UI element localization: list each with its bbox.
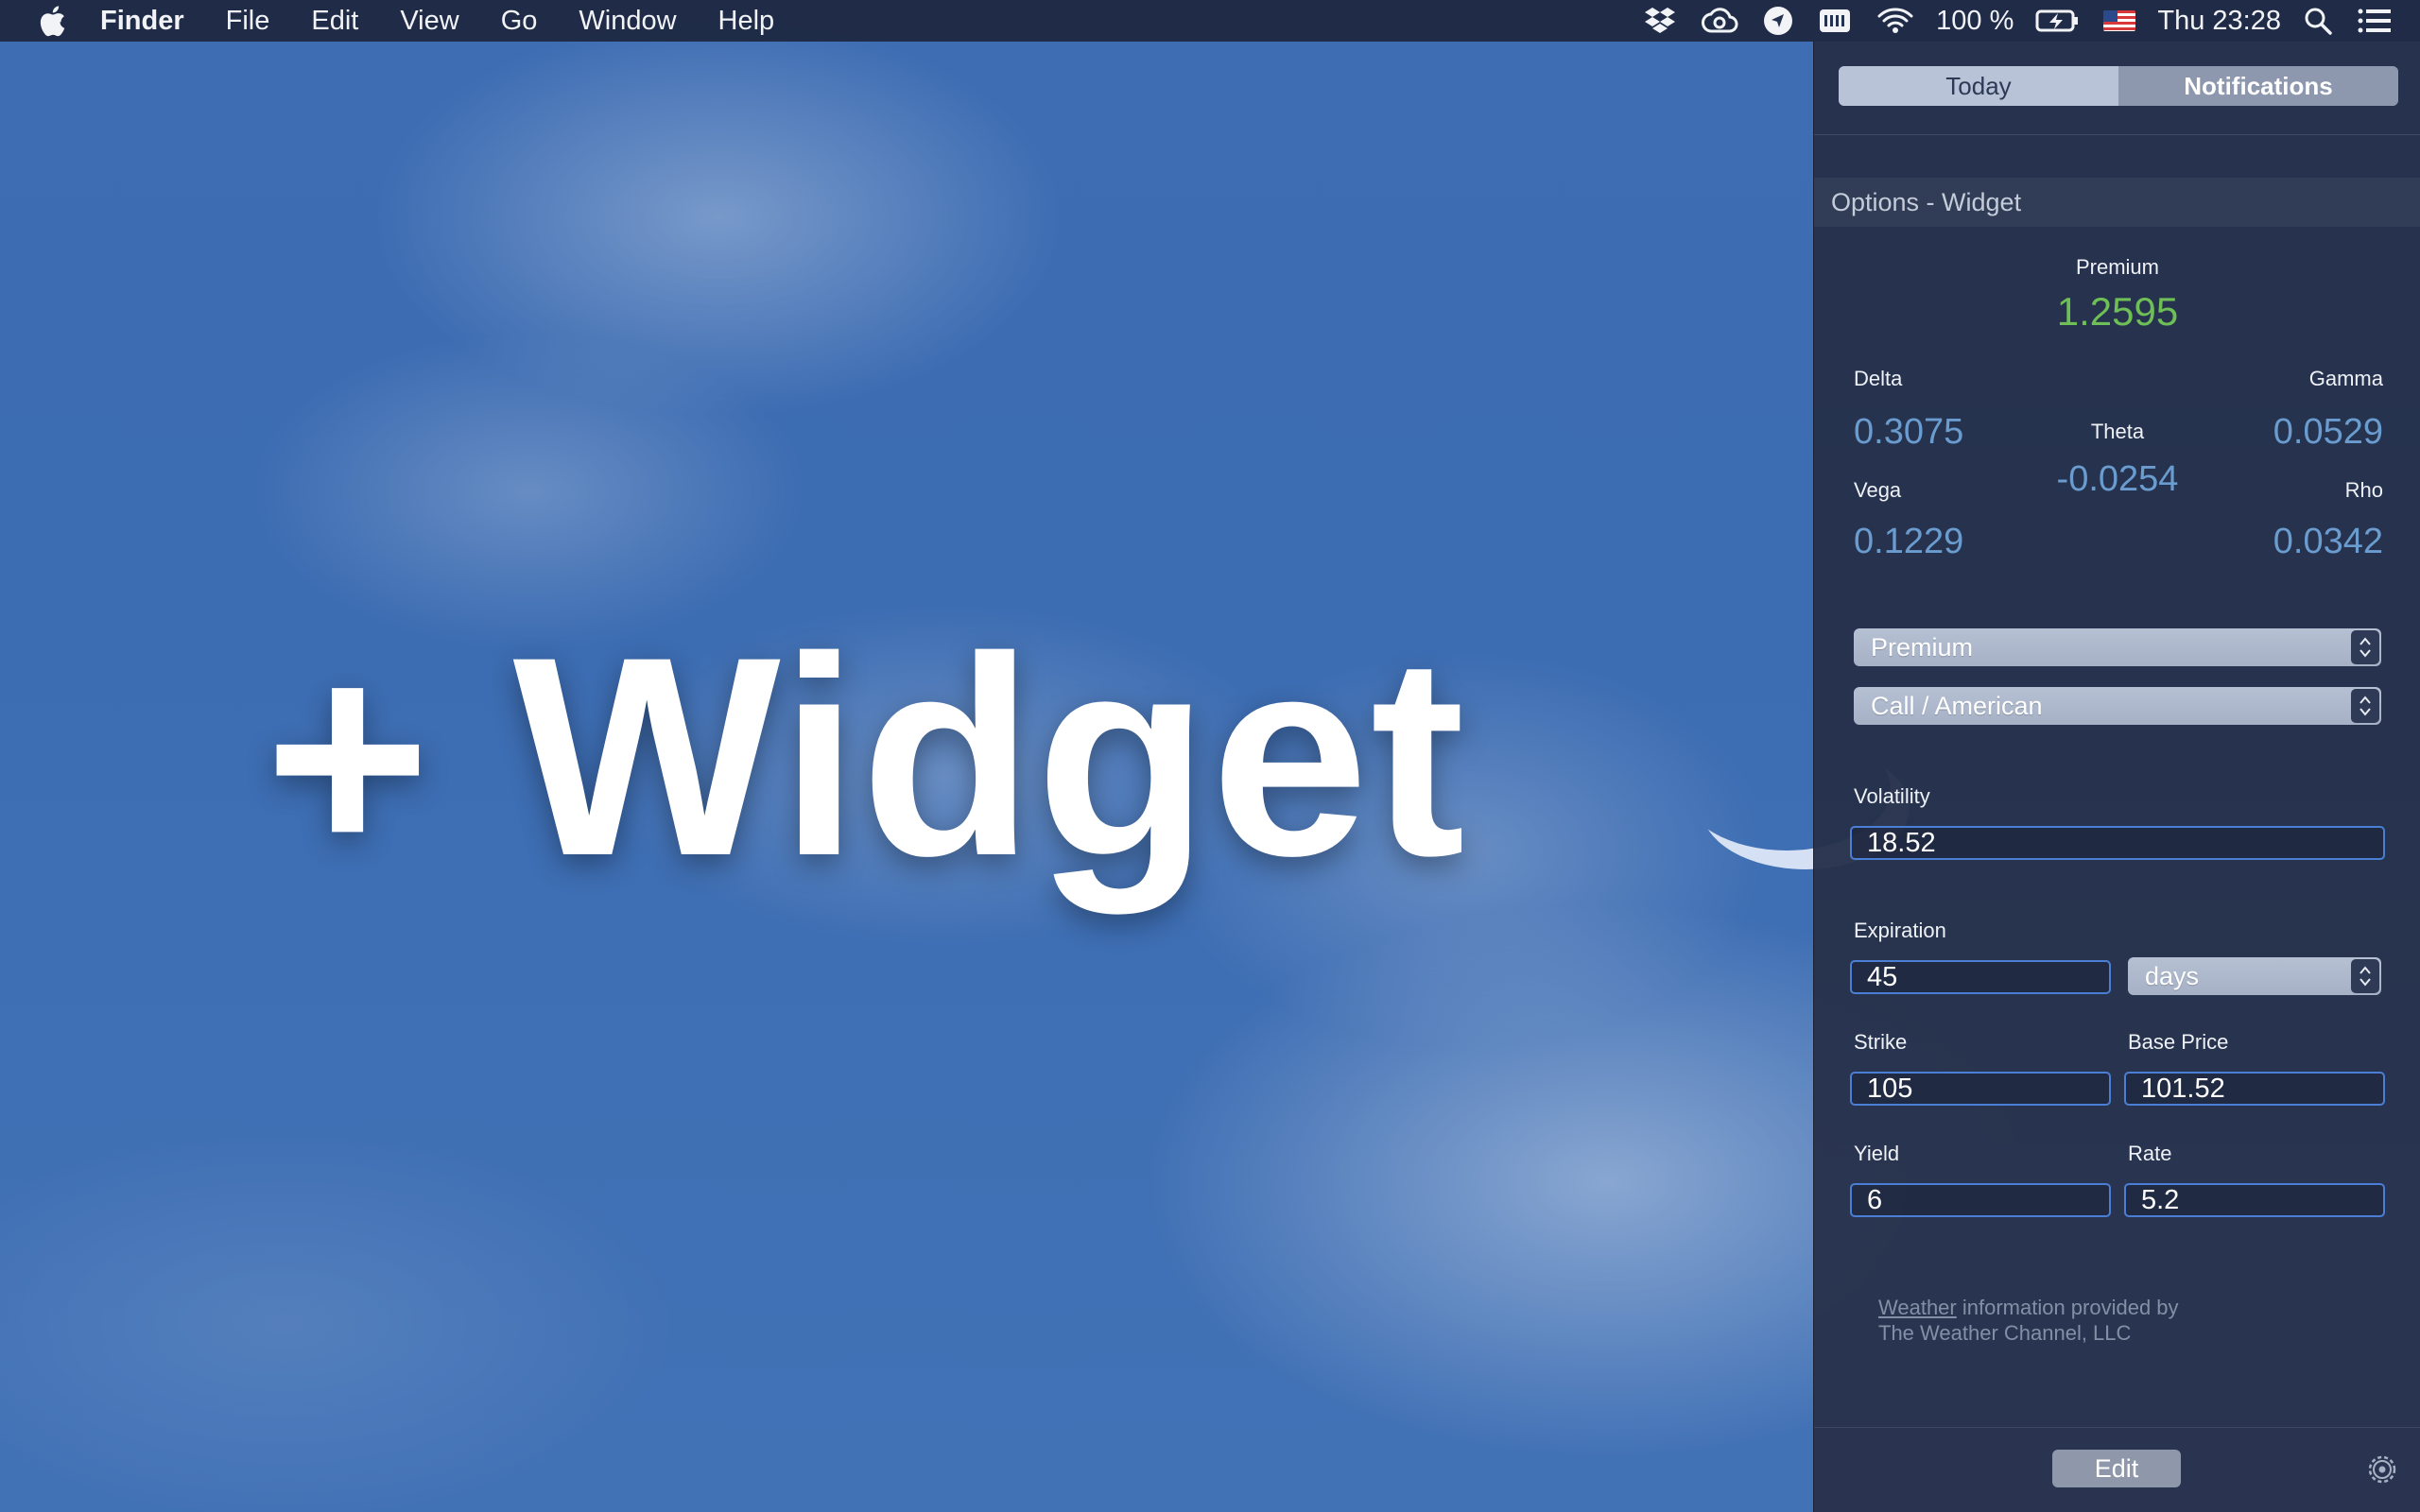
base-price-label: Base Price	[2128, 1030, 2229, 1054]
strike-input[interactable]: 105	[1850, 1072, 2111, 1106]
vega-label: Vega	[1854, 478, 1902, 502]
expiration-label: Expiration	[1854, 919, 1946, 942]
keyboard-icon[interactable]	[1818, 7, 1852, 35]
rate-label: Rate	[2128, 1142, 2172, 1165]
gear-icon[interactable]	[2364, 1452, 2400, 1487]
theta-value: -0.0254	[2056, 459, 2179, 499]
tab-notifications[interactable]: Notifications	[2118, 66, 2398, 106]
edit-button[interactable]: Edit	[2052, 1450, 2181, 1487]
base-price-input[interactable]: 101.52	[2124, 1072, 2385, 1106]
expiration-unit-value: days	[2145, 961, 2200, 990]
creative-cloud-icon[interactable]	[1701, 7, 1738, 35]
battery-percent[interactable]: 100 %	[1936, 6, 2014, 37]
tab-today[interactable]: Today	[1839, 66, 2118, 106]
gamma-value: 0.0529	[2273, 412, 2383, 452]
notification-center-panel: Today Notifications Options - Widget Pre…	[1813, 42, 2420, 1512]
base-price-input-value: 101.52	[2141, 1073, 2225, 1104]
widget-header[interactable]: Options - Widget	[1814, 178, 2420, 227]
rate-input[interactable]: 5.2	[2124, 1183, 2385, 1217]
menu-window[interactable]: Window	[558, 6, 697, 37]
wifi-icon[interactable]	[1876, 7, 1914, 35]
rho-value: 0.0342	[2273, 522, 2383, 561]
menu-edit[interactable]: Edit	[290, 6, 379, 37]
premium-label: Premium	[2075, 255, 2159, 279]
strike-label: Strike	[1854, 1030, 1908, 1054]
expiration-input-value: 45	[1867, 961, 1898, 992]
rate-input-value: 5.2	[2141, 1184, 2180, 1215]
menu-bar: Finder File Edit View Go Window Help 100…	[0, 0, 2420, 42]
dropbox-icon[interactable]	[1644, 7, 1676, 35]
volatility-input-value: 18.52	[1867, 827, 1936, 858]
hero-title: + Widget	[265, 597, 1467, 915]
menu-view[interactable]: View	[379, 6, 479, 37]
widget-title: Options - Widget	[1831, 187, 2022, 216]
calc-type-select[interactable]: Premium	[1854, 628, 2381, 666]
yield-input-value: 6	[1867, 1184, 1883, 1215]
weather-attribution-line1: information provided by	[1956, 1296, 2179, 1319]
calc-type-select-value: Premium	[1871, 632, 1974, 662]
notification-center-icon[interactable]	[2358, 8, 2392, 34]
menu-file[interactable]: File	[205, 6, 291, 37]
location-icon[interactable]	[1763, 6, 1793, 36]
delta-label: Delta	[1854, 367, 1903, 390]
yield-label: Yield	[1854, 1142, 1900, 1165]
nc-divider	[1814, 134, 2420, 135]
updown-chevron-icon	[2351, 959, 2379, 993]
vega-value: 0.1229	[1854, 522, 1964, 561]
menu-clock[interactable]: Thu 23:28	[2157, 6, 2281, 37]
rho-label: Rho	[2344, 478, 2383, 502]
volatility-label: Volatility	[1854, 784, 1930, 808]
updown-chevron-icon	[2351, 630, 2379, 664]
battery-charging-icon[interactable]	[2035, 8, 2079, 34]
weather-attribution: Weather information provided by The Weat…	[1878, 1295, 2179, 1346]
flag-us-icon[interactable]	[2103, 10, 2136, 31]
gamma-label: Gamma	[2308, 367, 2383, 390]
weather-link[interactable]: Weather	[1878, 1296, 1957, 1319]
menu-go[interactable]: Go	[480, 6, 559, 37]
apple-menu-icon[interactable]	[38, 5, 66, 37]
menu-help[interactable]: Help	[698, 6, 796, 37]
option-type-select[interactable]: Call / American	[1854, 687, 2381, 725]
volatility-input[interactable]: 18.52	[1850, 826, 2385, 860]
nc-segmented-control: Today Notifications	[1839, 66, 2398, 106]
updown-chevron-icon	[2351, 689, 2379, 723]
expiration-unit-select[interactable]: days	[2128, 957, 2381, 995]
menu-app-finder[interactable]: Finder	[91, 6, 205, 37]
spotlight-search-icon[interactable]	[2303, 6, 2333, 36]
strike-input-value: 105	[1867, 1073, 1913, 1104]
premium-value: 1.2595	[2056, 289, 2179, 334]
option-type-select-value: Call / American	[1871, 691, 2043, 720]
yield-input[interactable]: 6	[1850, 1183, 2111, 1217]
weather-attribution-line2: The Weather Channel, LLC	[1878, 1321, 2132, 1345]
nc-bottom-divider	[1814, 1427, 2420, 1428]
expiration-input[interactable]: 45	[1850, 960, 2111, 994]
